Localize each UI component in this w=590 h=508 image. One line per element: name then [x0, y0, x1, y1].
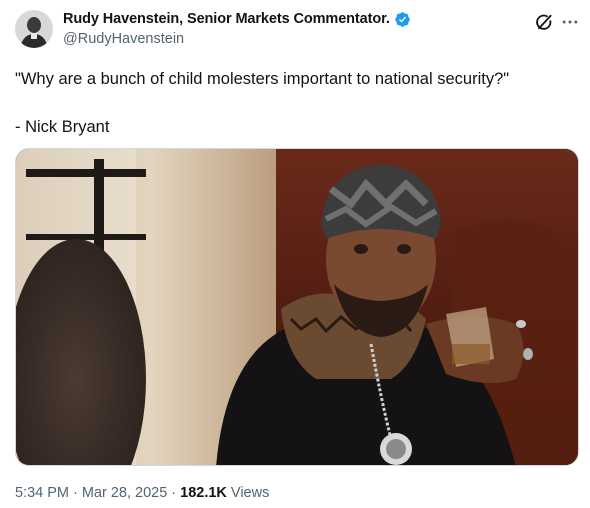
author-name-row[interactable]: Rudy Havenstein, Senior Markets Commenta… [63, 9, 411, 29]
tweet-quote-line: "Why are a bunch of child molesters impo… [15, 70, 510, 88]
verified-badge-icon [395, 11, 410, 27]
tweet-attribution-line: - Nick Bryant [15, 118, 110, 136]
author-handle[interactable]: @RudyHavenstein [63, 31, 184, 47]
views-label[interactable]: Views [231, 485, 269, 501]
tweet-meta: 5:34 PM · Mar 28, 2025 · 182.1K Views [15, 485, 269, 501]
tweet-text: "Why are a bunch of child molesters impo… [15, 67, 575, 139]
author-display-name[interactable]: Rudy Havenstein, Senior Markets Commenta… [63, 11, 390, 27]
views-count[interactable]: 182.1K [180, 485, 227, 501]
meta-separator: · [73, 485, 78, 501]
grok-icon[interactable] [534, 12, 554, 32]
tweet-time[interactable]: 5:34 PM [15, 485, 69, 501]
avatar[interactable] [15, 10, 53, 48]
tweet-date[interactable]: Mar 28, 2025 [82, 485, 167, 501]
meta-separator: · [171, 485, 177, 501]
more-icon[interactable] [560, 12, 580, 32]
tweet-media-image[interactable] [15, 148, 579, 466]
